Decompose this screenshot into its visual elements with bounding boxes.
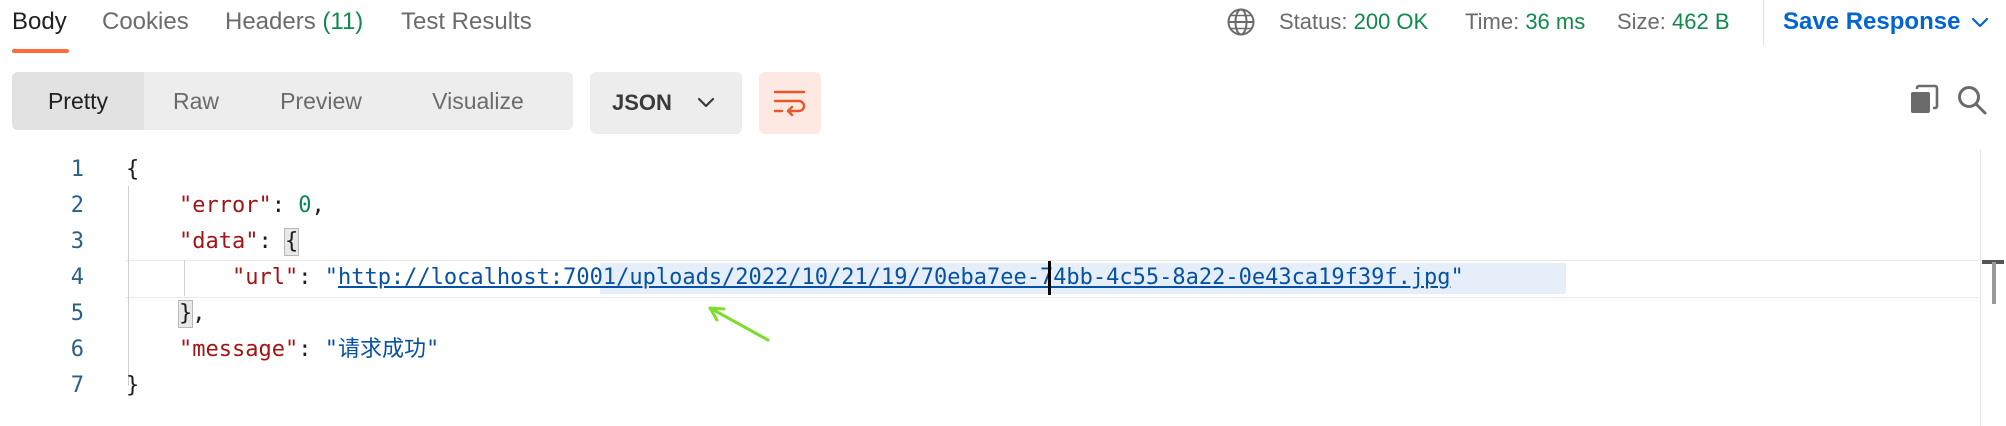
time-label: Time: <box>1465 9 1520 34</box>
format-select-value: JSON <box>612 90 672 115</box>
line-number: 5 <box>70 301 84 326</box>
time-readout[interactable]: Time: 36 ms <box>1465 8 1585 36</box>
json-key: "data" <box>178 229 259 254</box>
search-icon[interactable] <box>1956 84 1988 116</box>
status-value: 200 OK <box>1353 9 1429 34</box>
code-line: 1 { <box>0 152 1980 188</box>
view-mode-selector: Pretty Raw Preview Visualize <box>12 72 573 130</box>
active-tab-indicator <box>12 49 69 53</box>
matched-brace: } <box>177 300 194 328</box>
json-number: 0 <box>298 193 312 218</box>
json-brace: { <box>126 157 140 182</box>
json-key: "error" <box>178 193 272 218</box>
status-readout[interactable]: Status: 200 OK <box>1279 8 1428 36</box>
code-line: 6 "message": "请求成功" <box>0 332 1980 368</box>
globe-icon[interactable] <box>1226 7 1256 37</box>
save-response-button[interactable]: Save Response <box>1783 8 1960 36</box>
tab-cookies[interactable]: Cookies <box>102 8 189 36</box>
tab-body[interactable]: Body <box>12 8 67 36</box>
status-label: Status: <box>1279 9 1348 34</box>
view-mode-pretty[interactable]: Pretty <box>12 72 144 130</box>
code-line: 2 "error": 0, <box>0 188 1980 224</box>
wrap-lines-button[interactable] <box>759 72 821 134</box>
annotation-arrow <box>708 306 770 342</box>
tab-headers[interactable]: Headers (11) <box>225 8 363 36</box>
chevron-down-icon[interactable] <box>1969 12 1991 34</box>
line-number: 7 <box>70 373 84 398</box>
headers-count-badge: (11) <box>322 8 364 35</box>
url-link[interactable]: http://localhost:7001/uploads/2022/10/21… <box>338 265 1451 290</box>
code-line: 5 }, <box>0 296 1980 332</box>
view-mode-raw[interactable]: Raw <box>144 72 248 130</box>
scrollbar-thumb[interactable] <box>1992 262 1996 304</box>
format-select[interactable]: JSON <box>590 72 742 134</box>
line-number: 1 <box>70 157 84 182</box>
tab-headers-label: Headers <box>225 8 316 35</box>
code-line: 7 } <box>0 368 1980 404</box>
response-tab-bar: Body Cookies Headers (11) Test Results S… <box>0 0 2006 56</box>
overview-ruler <box>1980 150 1981 426</box>
line-number: 3 <box>70 229 84 254</box>
text-cursor <box>1048 261 1051 295</box>
code-line: 4 "url": "http://localhost:7001/uploads/… <box>0 260 1980 296</box>
copy-icon[interactable] <box>1908 84 1940 116</box>
line-number: 4 <box>70 265 84 290</box>
json-brace: } <box>126 373 140 398</box>
tab-test-results[interactable]: Test Results <box>401 8 532 36</box>
size-value: 462 B <box>1672 9 1730 34</box>
line-number: 2 <box>70 193 84 218</box>
size-label: Size: <box>1617 9 1666 34</box>
json-string: "请求成功" <box>324 337 440 362</box>
json-key: "message" <box>178 337 299 362</box>
toolbar-divider <box>1763 0 1764 46</box>
time-value: 36 ms <box>1525 9 1586 34</box>
response-body-editor[interactable]: 1 { 2 "error": 0, 3 "data": { 4 "url": "… <box>0 150 2006 426</box>
size-readout[interactable]: Size: 462 B <box>1617 8 1730 36</box>
line-number: 6 <box>70 337 84 362</box>
code-line: 3 "data": { <box>0 224 1980 260</box>
json-key: "url" <box>231 265 299 290</box>
chevron-down-icon <box>697 97 715 108</box>
view-mode-visualize[interactable]: Visualize <box>394 72 562 130</box>
matched-brace: { <box>283 228 300 256</box>
view-mode-preview[interactable]: Preview <box>248 72 394 130</box>
wrap-lines-icon <box>773 90 806 117</box>
